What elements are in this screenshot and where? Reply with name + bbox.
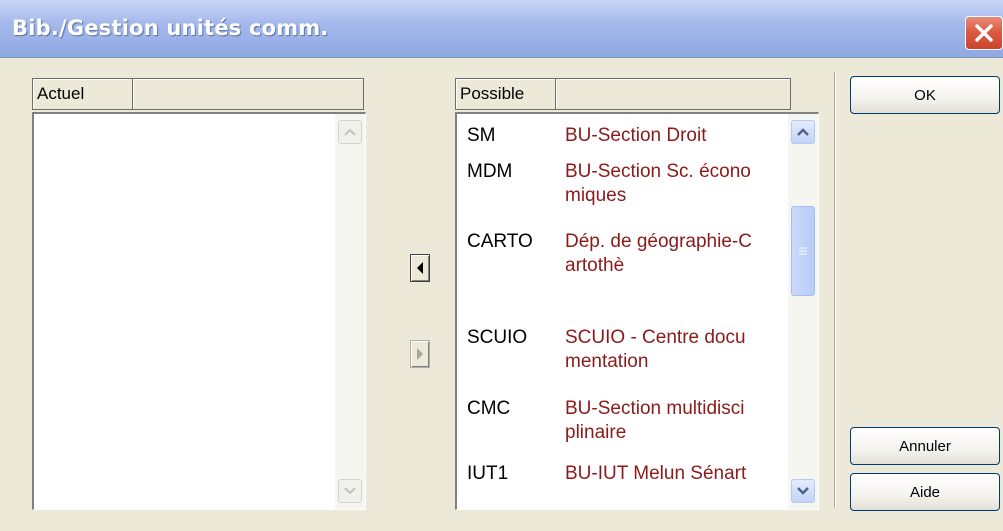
- current-scrollbar[interactable]: [335, 114, 365, 509]
- move-left-button[interactable]: [410, 254, 430, 282]
- possible-column-header[interactable]: Possible: [456, 79, 556, 109]
- ok-button[interactable]: OK: [850, 76, 1000, 114]
- unit-name: Dép. de géographie-Cartothè: [565, 231, 752, 276]
- unit-name: SCUIO - Centre documentation: [565, 327, 746, 372]
- close-icon: [975, 24, 993, 42]
- possible-header-filler: [556, 79, 790, 109]
- possible-scrollbar[interactable]: [788, 114, 818, 509]
- vertical-separator: [834, 72, 836, 508]
- arrow-right-icon: [417, 348, 423, 360]
- title-bar: Bib./Gestion unités comm.: [0, 0, 1003, 58]
- possible-scroll-thumb[interactable]: [791, 206, 815, 296]
- current-scroll-up-button[interactable]: [338, 120, 362, 144]
- chevron-down-icon: [344, 487, 356, 495]
- chevron-up-icon: [797, 128, 809, 136]
- unit-code: CARTO: [467, 231, 533, 252]
- unit-code: IUT1: [467, 463, 509, 484]
- possible-list-header: Possible: [455, 78, 791, 110]
- possible-scroll-down-button[interactable]: [791, 479, 815, 503]
- current-listbox[interactable]: [32, 112, 366, 510]
- chevron-down-icon: [797, 487, 809, 495]
- unit-name: BU-IUT Melun Sénart: [565, 463, 747, 484]
- arrow-left-icon: [417, 262, 423, 274]
- unit-name: BU-Section Droit: [565, 125, 707, 146]
- chevron-up-icon: [344, 128, 356, 136]
- current-header-filler: [133, 79, 363, 109]
- unit-code: SM: [467, 125, 496, 146]
- possible-scroll-up-button[interactable]: [791, 120, 815, 144]
- unit-code: MDM: [467, 161, 513, 182]
- unit-code: CMC: [467, 398, 511, 419]
- current-column-header[interactable]: Actuel: [33, 79, 133, 109]
- current-scroll-down-button[interactable]: [338, 479, 362, 503]
- unit-name: BU-Section Sc. économiques: [565, 161, 751, 206]
- close-button[interactable]: [965, 16, 1003, 50]
- window-title: Bib./Gestion unités comm.: [12, 16, 329, 40]
- unit-name: BU-Section multidisciplinaire: [565, 398, 745, 443]
- cancel-button[interactable]: Annuler: [850, 427, 1000, 465]
- move-right-button[interactable]: [410, 340, 430, 368]
- unit-code: SCUIO: [467, 327, 528, 348]
- grip-icon: [799, 247, 807, 255]
- possible-listbox[interactable]: SM BU-Section Droit MDM BU-Section Sc. é…: [455, 112, 819, 510]
- help-button[interactable]: Aide: [850, 473, 1000, 511]
- current-list-header: Actuel: [32, 78, 364, 110]
